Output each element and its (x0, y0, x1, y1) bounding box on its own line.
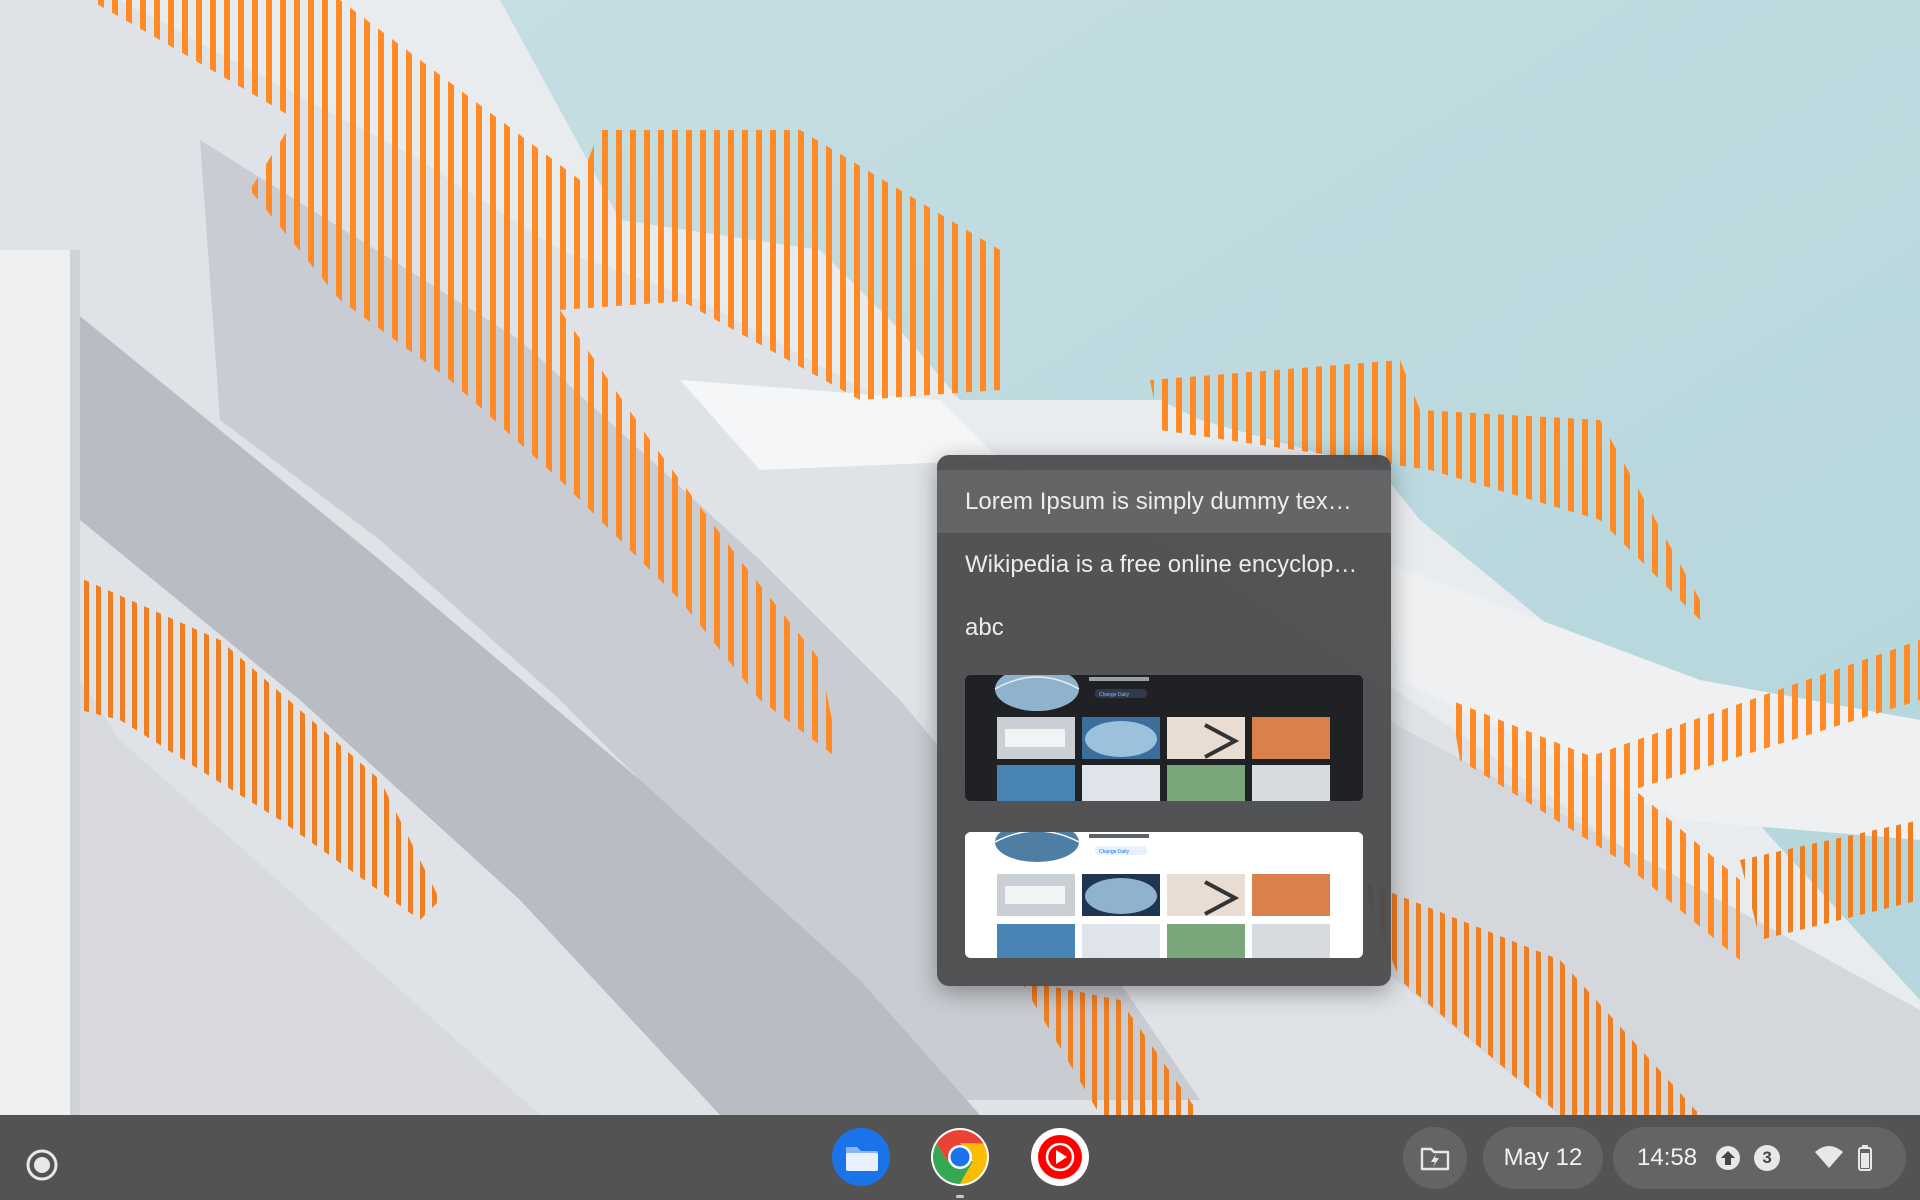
thumbnail-caption: Change Daily (1099, 849, 1130, 855)
clipboard-item-text[interactable]: Lorem Ipsum is simply dummy tex… (937, 470, 1391, 533)
notification-counter: 3 (1753, 1144, 1781, 1172)
battery-icon (1857, 1145, 1873, 1171)
youtube-music-icon (1031, 1128, 1089, 1186)
screenshot-thumbnail: Change Daily (965, 832, 1363, 958)
screenshot-thumbnail: Change Daily (965, 675, 1363, 801)
shelf-app-files[interactable] (831, 1127, 891, 1187)
clipboard-item-label: Lorem Ipsum is simply dummy tex… (965, 487, 1352, 515)
clipboard-item-label: Wikipedia is a free online encyclop… (965, 550, 1358, 578)
wifi-icon (1815, 1146, 1844, 1170)
clipboard-item-text[interactable]: Wikipedia is a free online encyclop… (937, 533, 1391, 596)
time-label: 14:58 (1637, 1144, 1698, 1171)
clipboard-item-image[interactable]: Change Daily (965, 832, 1363, 958)
update-arrow-icon (1715, 1145, 1741, 1171)
chrome-icon (931, 1128, 989, 1186)
shelf-app-youtube-music[interactable] (1030, 1127, 1090, 1187)
shelf-app-chrome[interactable] (930, 1127, 990, 1198)
status-area-button[interactable]: 14:58 3 (1613, 1127, 1906, 1189)
clipboard-item-text[interactable]: abc (937, 596, 1391, 659)
running-indicator (956, 1195, 964, 1198)
clipboard-item-image[interactable]: Change Daily (965, 675, 1363, 801)
launcher-button[interactable] (14, 1137, 70, 1193)
holding-space-icon (1420, 1147, 1450, 1171)
date-tray-button[interactable]: May 12 (1483, 1127, 1603, 1189)
files-folder-icon (832, 1128, 890, 1186)
thumbnail-caption: Change Daily (1099, 692, 1130, 698)
shelf: May 12 14:58 3 (0, 1115, 1920, 1200)
clipboard-history-menu: Lorem Ipsum is simply dummy tex… Wikiped… (937, 455, 1391, 986)
notification-count: 3 (1762, 1148, 1772, 1167)
launcher-circle-icon (26, 1149, 58, 1181)
clipboard-item-label: abc (965, 613, 1004, 641)
holding-space-button[interactable] (1403, 1127, 1467, 1189)
date-label: May 12 (1503, 1144, 1583, 1171)
